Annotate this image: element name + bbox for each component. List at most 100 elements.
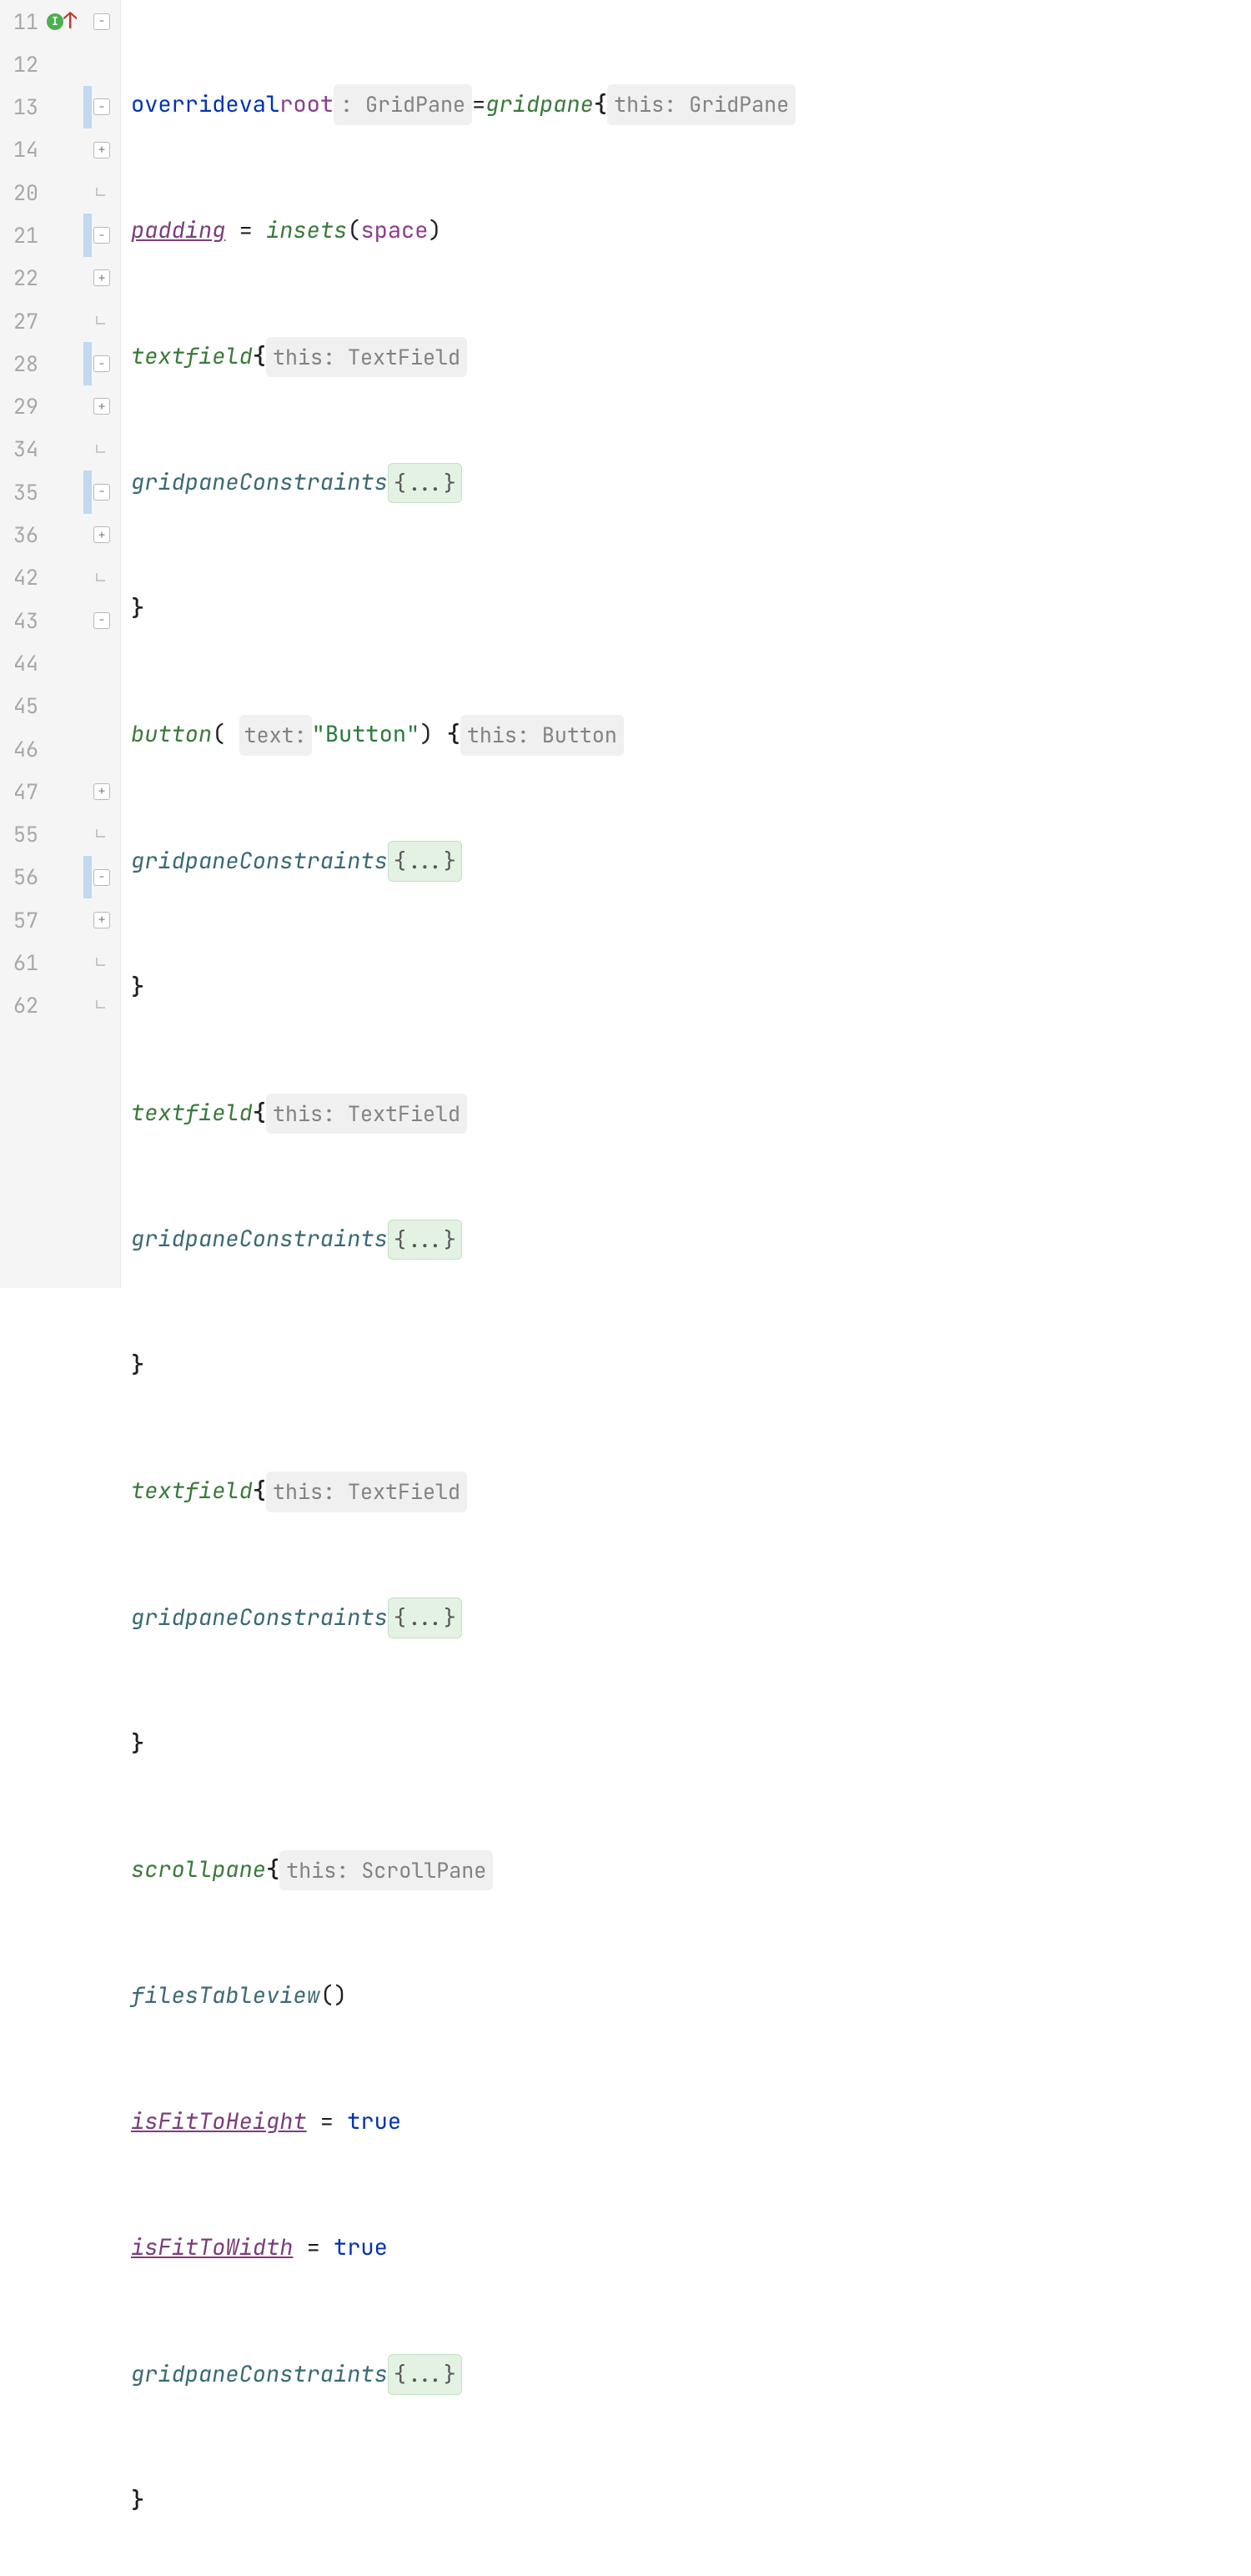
code-line[interactable]: gridpaneConstraints {...} [131,461,1251,504]
function-call: gridpane [485,84,594,126]
fold-toggle-icon[interactable]: − [93,484,110,501]
code-line[interactable]: } [131,2479,1251,2522]
code-line[interactable]: gridpaneConstraints {...} [131,1218,1251,1260]
folded-region[interactable]: {...} [388,1597,462,1638]
line-number: 55 [0,815,43,853]
function-call: textfield [131,1093,253,1135]
line-number: 61 [0,943,43,982]
identifier: space [360,210,428,252]
line-number: 44 [0,644,43,682]
code-line[interactable]: isFitToWidth = true [131,2227,1251,2270]
folded-region[interactable]: {...} [388,1220,462,1260]
function-call: filesTableview [131,1975,320,2017]
line-number: 47 [0,772,43,811]
line-number: 62 [0,986,43,1024]
code-line[interactable]: gridpaneConstraints {...} [131,1597,1251,1639]
line-number: 20 [0,174,43,212]
parameter-hint: text: [239,715,312,755]
fold-toggle-icon[interactable]: − [93,612,110,629]
code-line[interactable]: gridpaneConstraints {...} [131,2353,1251,2396]
line-number: 11 [0,3,43,41]
fold-end-icon[interactable] [93,570,110,586]
editor-gutter: 11 I↑ − 12 13 − 14 + 20 21 − 22 + 27 28 − 29 +… [0,0,121,1288]
code-line[interactable]: } [131,966,1251,1009]
code-line[interactable]: padding = insets(space) [131,209,1251,252]
line-number: 22 [0,259,43,297]
line-number: 13 [0,88,43,126]
fold-end-icon[interactable] [93,997,110,1014]
code-line[interactable]: textfield { this: TextField [131,335,1251,378]
string-literal: "Button" [312,714,420,756]
fold-toggle-icon[interactable]: − [93,13,110,30]
line-number: 27 [0,302,43,340]
fold-toggle-icon[interactable]: − [93,98,110,115]
line-number: 57 [0,901,43,939]
code-editor[interactable]: override val root : GridPane = gridpane … [121,0,1251,1288]
code-line[interactable]: } [131,1723,1251,1765]
function-call: gridpaneConstraints [131,2354,388,2396]
receiver-hint: this: GridPane [607,84,796,124]
override-gutter-icon[interactable]: I [47,13,63,30]
function-call: gridpaneConstraints [131,1219,388,1260]
keyword: override [131,84,239,126]
fold-collapsed-icon[interactable]: + [93,142,110,158]
fold-toggle-icon[interactable]: − [93,227,110,244]
code-line[interactable]: override val root : GridPane = gridpane … [131,83,1251,126]
line-number: 45 [0,687,43,725]
code-line[interactable]: isFitToHeight = true [131,2101,1251,2144]
keyword: true [334,2227,388,2269]
code-line[interactable]: } [131,588,1251,631]
line-number: 56 [0,858,43,896]
line-number: 42 [0,558,43,596]
folded-region[interactable]: {...} [388,841,462,881]
receiver-hint: this: TextField [266,337,467,377]
line-number: 36 [0,516,43,554]
code-line[interactable]: gridpaneConstraints {...} [131,840,1251,883]
fold-collapsed-icon[interactable]: + [93,398,110,415]
line-number: 21 [0,216,43,254]
line-number: 12 [0,45,43,83]
line-number: 28 [0,345,43,383]
receiver-hint: this: TextField [266,1094,467,1134]
fold-collapsed-icon[interactable]: + [93,269,110,286]
fold-end-icon[interactable] [93,826,110,843]
receiver-hint: this: Button [460,715,624,755]
folded-region[interactable]: {...} [388,463,462,503]
fold-collapsed-icon[interactable]: + [93,912,110,928]
property: isFitToHeight [131,2101,307,2143]
line-number: 46 [0,730,43,768]
folded-region[interactable]: {...} [388,2354,462,2394]
code-line[interactable]: textfield { this: TextField [131,1471,1251,1513]
line-number: 43 [0,601,43,640]
code-line[interactable]: } [131,1345,1251,1387]
fold-collapsed-icon[interactable]: + [93,783,110,800]
function-call: button [131,714,212,756]
code-line[interactable]: textfield { this: TextField [131,1092,1251,1135]
fold-toggle-icon[interactable]: − [93,869,110,886]
line-number: 29 [0,387,43,425]
property: padding [131,210,225,252]
fold-toggle-icon[interactable]: − [93,355,110,372]
line-number: 35 [0,473,43,511]
receiver-hint: this: ScrollPane [279,1850,493,1890]
type-hint: : GridPane [334,84,472,124]
code-line[interactable]: button( text: "Button") { this: Button [131,714,1251,757]
fold-end-icon[interactable] [93,954,110,971]
property: isFitToWidth [131,2227,293,2269]
code-line[interactable]: filesTableview() [131,1975,1251,2017]
fold-end-icon[interactable] [93,441,110,458]
fold-end-icon[interactable] [93,184,110,201]
function-call: gridpaneConstraints [131,1597,388,1639]
function-call: insets [266,210,347,252]
function-call: textfield [131,1471,253,1512]
fold-end-icon[interactable] [93,313,110,330]
function-call: textfield [131,336,253,378]
code-line[interactable]: scrollpane { this: ScrollPane [131,1849,1251,1891]
receiver-hint: this: TextField [266,1472,467,1512]
fold-collapsed-icon[interactable]: + [93,526,110,543]
up-arrow-icon: ↑ [63,1,77,43]
identifier: root [279,84,334,126]
line-number: 14 [0,130,43,169]
function-call: gridpaneConstraints [131,841,388,883]
function-call: scrollpane [131,1849,266,1891]
